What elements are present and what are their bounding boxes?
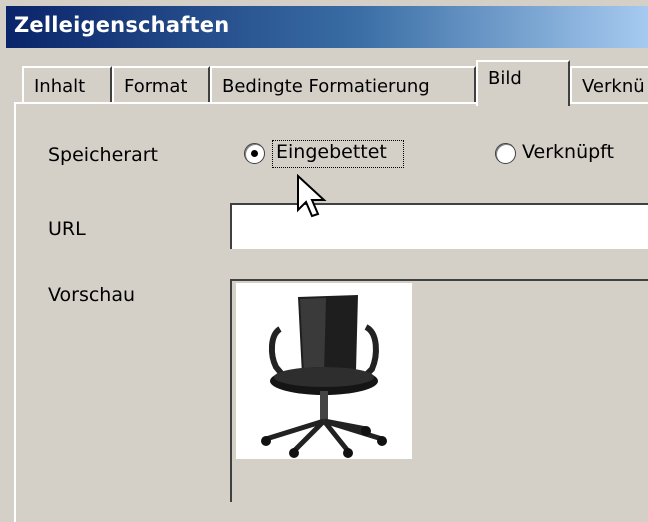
- tab-label: Bedingte Formatierung: [222, 76, 430, 97]
- verknuepft-radio[interactable]: [495, 143, 516, 164]
- eingebettet-radio[interactable]: [244, 143, 265, 164]
- verknuepft-label[interactable]: Verknüpft: [522, 141, 614, 163]
- properties-dialog: Zelleigenschaften Inhalt Format Bedingte…: [0, 0, 648, 522]
- office-chair-icon: [261, 295, 387, 458]
- dialog-title: Zelleigenschaften: [14, 13, 230, 37]
- tab-verknuepfung[interactable]: Verknü: [570, 66, 648, 102]
- mouse-pointer-icon: [297, 174, 327, 218]
- tab-format[interactable]: Format: [112, 66, 210, 102]
- tab-bedingte-formatierung[interactable]: Bedingte Formatierung: [210, 66, 476, 102]
- tab-inhalt[interactable]: Inhalt: [22, 66, 112, 102]
- url-input[interactable]: [230, 203, 648, 249]
- tab-bild[interactable]: Bild: [476, 60, 570, 106]
- tab-strip: Inhalt Format Bedingte Formatierung Bild…: [14, 60, 648, 106]
- vorschau-label: Vorschau: [48, 284, 136, 306]
- title-bar: Zelleigenschaften: [6, 6, 648, 48]
- tab-label: Format: [124, 76, 188, 97]
- preview-box: [230, 279, 648, 502]
- tab-label: Verknü: [582, 76, 645, 97]
- speicherart-label: Speicherart: [48, 144, 158, 166]
- radio-selected-dot: [251, 150, 258, 157]
- eingebettet-label[interactable]: Eingebettet: [276, 141, 387, 163]
- preview-image-area: [236, 283, 412, 459]
- tab-label: Inhalt: [34, 76, 86, 97]
- tab-label: Bild: [488, 68, 522, 89]
- url-label: URL: [48, 218, 86, 240]
